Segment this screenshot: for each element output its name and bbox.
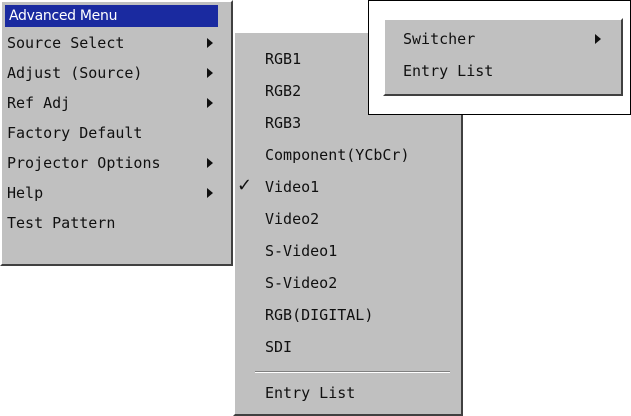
- submenu-arrow-icon: [207, 158, 213, 168]
- submenu-arrow-icon: [207, 98, 213, 108]
- menu-item-source-select[interactable]: Source Select: [7, 28, 222, 58]
- menu-item-label: Test Pattern: [7, 214, 116, 232]
- menu-item-label: Factory Default: [7, 124, 143, 142]
- checkmark-icon: ✓: [237, 175, 253, 196]
- submenu-arrow-icon: [207, 68, 213, 78]
- menu-item-label: Source Select: [7, 34, 125, 52]
- menu-item-adjust-source[interactable]: Adjust (Source): [7, 58, 222, 88]
- source-item-s-video2[interactable]: S-Video2: [265, 268, 455, 298]
- menu-item-test-pattern[interactable]: Test Pattern: [7, 208, 222, 238]
- menu-item-label: Projector Options: [7, 154, 161, 172]
- menu-item-entry-list[interactable]: Entry List: [403, 56, 613, 86]
- menu-item-label: Entry List: [403, 62, 494, 80]
- source-item-label: RGB3: [265, 114, 302, 132]
- source-item-label: Video1: [265, 178, 320, 196]
- source-item-s-video1[interactable]: S-Video1: [265, 236, 455, 266]
- source-item-label: S-Video1: [265, 242, 338, 260]
- source-item-label: RGB1: [265, 50, 302, 68]
- submenu-arrow-icon: [595, 34, 601, 44]
- menu-item-projector-options[interactable]: Projector Options: [7, 148, 222, 178]
- source-item-video1[interactable]: ✓ Video1: [237, 172, 455, 202]
- source-item-label: RGB2: [265, 82, 302, 100]
- menu-item-label: Ref Adj: [7, 94, 71, 112]
- advanced-menu-title: Advanced Menu: [5, 5, 218, 27]
- menu-item-factory-default[interactable]: Factory Default: [7, 118, 222, 148]
- source-item-label: Video2: [265, 210, 320, 228]
- menu-item-help[interactable]: Help: [7, 178, 222, 208]
- source-item-label: Component(YCbCr): [265, 146, 410, 164]
- menu-item-label: Switcher: [403, 30, 476, 48]
- switcher-menu: Switcher Entry List: [383, 18, 623, 96]
- source-item-component[interactable]: Component(YCbCr): [265, 140, 455, 170]
- source-item-sdi[interactable]: SDI: [265, 332, 455, 362]
- menu-separator: [255, 371, 450, 373]
- source-item-rgb-digital[interactable]: RGB(DIGITAL): [265, 300, 455, 330]
- source-item-entry-list[interactable]: Entry List: [265, 378, 455, 408]
- source-item-label: Entry List: [265, 384, 356, 402]
- source-item-label: RGB(DIGITAL): [265, 306, 374, 324]
- menu-item-label: Adjust (Source): [7, 64, 143, 82]
- menu-item-switcher[interactable]: Switcher: [403, 24, 613, 54]
- source-item-video2[interactable]: Video2: [265, 204, 455, 234]
- submenu-arrow-icon: [207, 188, 213, 198]
- menu-item-label: Help: [7, 184, 44, 202]
- submenu-arrow-icon: [207, 38, 213, 48]
- advanced-menu: Advanced Menu Source Select Adjust (Sour…: [0, 0, 233, 266]
- source-item-label: SDI: [265, 338, 293, 356]
- menu-item-ref-adj[interactable]: Ref Adj: [7, 88, 222, 118]
- source-item-label: S-Video2: [265, 274, 338, 292]
